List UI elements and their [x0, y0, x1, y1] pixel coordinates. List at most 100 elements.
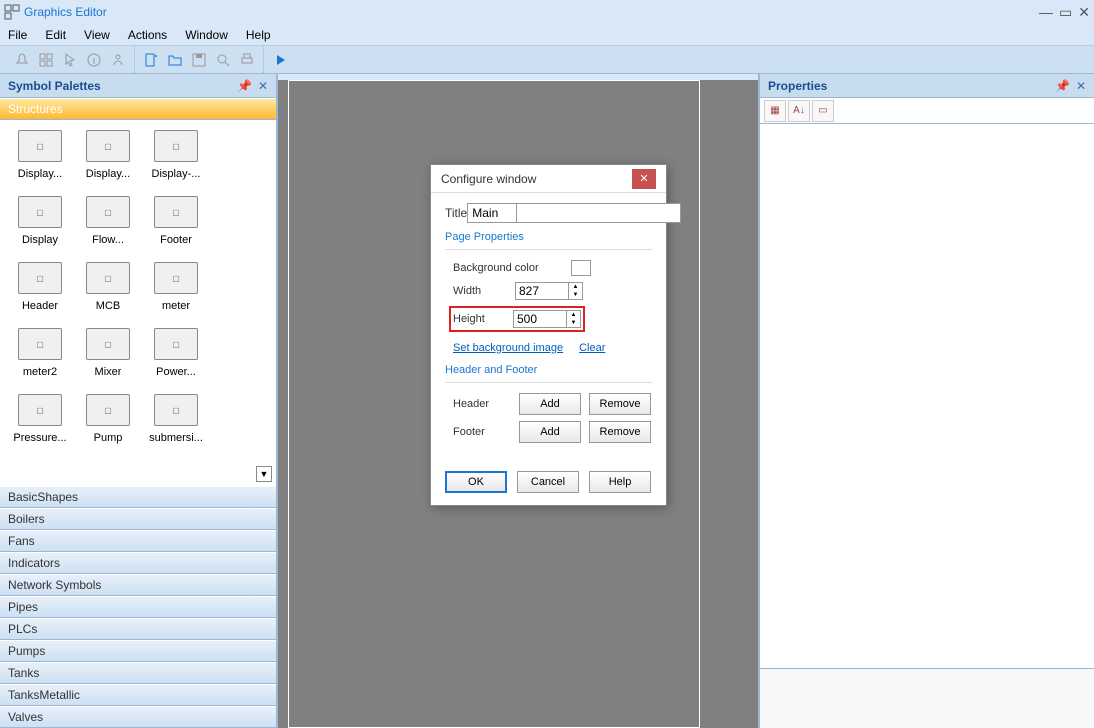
prop-categorized-icon[interactable]: ▦ — [764, 100, 786, 122]
palette-item[interactable]: ▢Display-... — [142, 126, 210, 192]
clear-bg-link[interactable]: Clear — [579, 342, 605, 354]
symbol-icon: ▢ — [18, 328, 62, 360]
menu-file[interactable]: File — [8, 28, 27, 42]
new-icon[interactable] — [140, 49, 162, 71]
category-item[interactable]: Pipes — [0, 596, 276, 618]
footer-label: Footer — [453, 426, 511, 438]
toolbar — [0, 46, 1094, 74]
app-icon — [4, 4, 20, 20]
palette-dropdown-icon[interactable]: ▼ — [256, 466, 272, 482]
symbol-label: Pressure... — [13, 432, 66, 444]
menu-view[interactable]: View — [84, 28, 110, 42]
menu-window[interactable]: Window — [185, 28, 228, 42]
palette-item[interactable]: ▢Power... — [142, 324, 210, 390]
prop-close-icon[interactable]: ✕ — [1076, 79, 1086, 93]
menu-help[interactable]: Help — [246, 28, 271, 42]
symbol-icon: ▢ — [86, 196, 130, 228]
set-bg-link[interactable]: Set background image — [453, 342, 563, 354]
palette-item[interactable]: ▢Pump — [74, 390, 142, 456]
dialog-close-icon[interactable]: ✕ — [632, 169, 656, 189]
titlebar: Graphics Editor — ▭ ✕ — [0, 0, 1094, 24]
prop-sort-icon[interactable]: A↓ — [788, 100, 810, 122]
category-item[interactable]: BasicShapes — [0, 486, 276, 508]
pointer-icon[interactable] — [59, 49, 81, 71]
header-footer-label: Header and Footer — [445, 364, 652, 376]
height-input[interactable] — [513, 310, 567, 328]
title-input-ext[interactable] — [516, 203, 681, 223]
symbol-label: Mixer — [95, 366, 122, 378]
category-item[interactable]: Indicators — [0, 552, 276, 574]
ok-button[interactable]: OK — [445, 471, 507, 493]
symbol-icon: ▢ — [154, 196, 198, 228]
category-item[interactable]: Valves — [0, 706, 276, 728]
symbol-label: Display — [22, 234, 58, 246]
title-input[interactable] — [467, 203, 517, 223]
prop-pin-icon[interactable]: 📌 — [1055, 79, 1070, 93]
palette-item[interactable]: ▢meter — [142, 258, 210, 324]
palette-item[interactable]: ▢Flow... — [74, 192, 142, 258]
footer-add-button[interactable]: Add — [519, 421, 581, 443]
bell-icon[interactable] — [11, 49, 33, 71]
palette-item[interactable]: ▢ Display — [6, 192, 74, 258]
header-remove-button[interactable]: Remove — [589, 393, 651, 415]
symbol-icon: ▢ — [18, 196, 62, 228]
palette-item[interactable]: ▢Footer — [142, 192, 210, 258]
symbol-label: submersi... — [149, 432, 203, 444]
panel-close-icon[interactable]: ✕ — [258, 79, 268, 93]
palette-item[interactable]: ▢MCB — [74, 258, 142, 324]
dialog-title: Configure window — [441, 172, 632, 186]
category-item[interactable]: Fans — [0, 530, 276, 552]
category-item[interactable]: TanksMetallic — [0, 684, 276, 706]
palette-item[interactable]: ▢submersi... — [142, 390, 210, 456]
open-folder-icon[interactable] — [164, 49, 186, 71]
symbol-label: meter — [162, 300, 190, 312]
symbol-label: meter2 — [23, 366, 57, 378]
pin-icon[interactable]: 📌 — [237, 79, 252, 93]
symbol-label: Display... — [18, 168, 62, 180]
menu-edit[interactable]: Edit — [45, 28, 66, 42]
footer-remove-button[interactable]: Remove — [589, 421, 651, 443]
menubar: File Edit View Actions Window Help — [0, 24, 1094, 46]
width-spinner[interactable]: ▲▼ — [569, 282, 583, 300]
width-input[interactable] — [515, 282, 569, 300]
bgcolor-swatch[interactable] — [571, 260, 591, 276]
minimize-icon[interactable]: — — [1039, 5, 1053, 19]
properties-panel: Properties 📌 ✕ ▦ A↓ ▭ — [758, 74, 1094, 728]
palette-item[interactable]: ▢ Display... — [6, 126, 74, 192]
symbol-icon: ▢ — [18, 130, 62, 162]
title-label: Title — [445, 206, 467, 220]
app-title: Graphics Editor — [24, 5, 107, 19]
symbol-label: Pump — [94, 432, 123, 444]
close-icon[interactable]: ✕ — [1078, 5, 1090, 19]
menu-actions[interactable]: Actions — [128, 28, 167, 42]
maximize-icon[interactable]: ▭ — [1059, 5, 1072, 19]
category-item[interactable]: Boilers — [0, 508, 276, 530]
properties-title: Properties — [768, 79, 1049, 93]
category-item[interactable]: Network Symbols — [0, 574, 276, 596]
palette-item[interactable]: ▢ meter2 — [6, 324, 74, 390]
symbol-icon: ▢ — [18, 394, 62, 426]
height-spinner[interactable]: ▲▼ — [567, 310, 581, 328]
category-item[interactable]: PLCs — [0, 618, 276, 640]
symbol-icon: ▢ — [86, 130, 130, 162]
category-structures[interactable]: Structures — [0, 98, 276, 120]
play-icon[interactable] — [269, 49, 291, 71]
help-button[interactable]: Help — [589, 471, 651, 493]
symbol-label: MCB — [96, 300, 120, 312]
person-icon[interactable] — [107, 49, 129, 71]
prop-pages-icon[interactable]: ▭ — [812, 100, 834, 122]
palette-item[interactable]: ▢Header — [6, 258, 74, 324]
save-icon[interactable] — [188, 49, 210, 71]
cancel-button[interactable]: Cancel — [517, 471, 579, 493]
grid-icon[interactable] — [35, 49, 57, 71]
print-icon[interactable] — [236, 49, 258, 71]
palette-item[interactable]: ▢Display... — [74, 126, 142, 192]
header-add-button[interactable]: Add — [519, 393, 581, 415]
bgcolor-label: Background color — [453, 262, 571, 274]
palette-item[interactable]: ▢Mixer — [74, 324, 142, 390]
category-item[interactable]: Tanks — [0, 662, 276, 684]
zoom-out-icon[interactable] — [212, 49, 234, 71]
palette-item[interactable]: ▢ Pressure... — [6, 390, 74, 456]
category-item[interactable]: Pumps — [0, 640, 276, 662]
info-icon[interactable] — [83, 49, 105, 71]
